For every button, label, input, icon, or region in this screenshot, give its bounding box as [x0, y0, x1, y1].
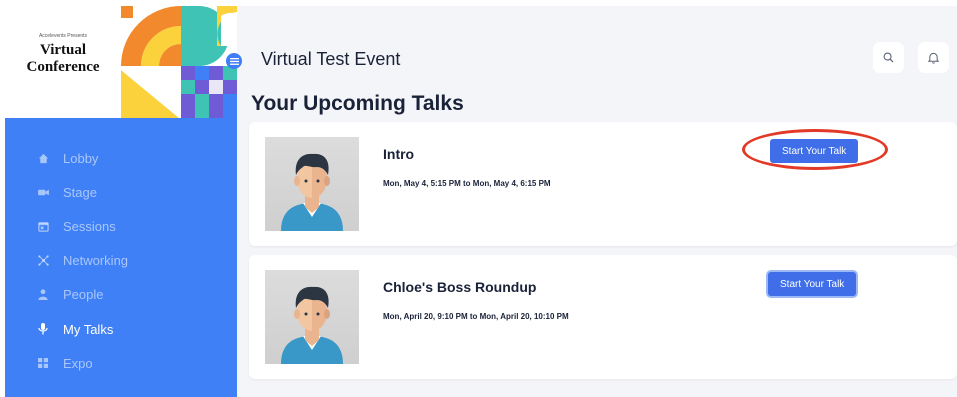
sidebar-item-label: People	[63, 287, 104, 303]
sidebar-item-label: My Talks	[63, 321, 114, 337]
menu-lines-icon	[229, 57, 239, 65]
search-button[interactable]	[873, 42, 904, 73]
brand-title: Virtual Conference	[13, 42, 113, 76]
event-title: Virtual Test Event	[261, 49, 401, 69]
home-icon	[37, 152, 49, 164]
talk-title: Intro	[383, 146, 415, 162]
bell-icon	[928, 52, 939, 64]
talk-time: Mon, April 20, 9:10 PM to Mon, April 20,…	[383, 312, 569, 321]
talk-card: Chloe's Boss Roundup Mon, April 20, 9:10…	[249, 255, 957, 379]
talk-title: Chloe's Boss Roundup	[383, 279, 537, 295]
grid-icon	[37, 357, 49, 369]
start-talk-button[interactable]: Start Your Talk	[770, 139, 859, 163]
talk-time: Mon, May 4, 5:15 PM to Mon, May 4, 6:15 …	[383, 179, 551, 188]
microphone-icon	[37, 323, 49, 335]
brand-artwork	[121, 6, 237, 118]
brand-header: Accelevents Presents Virtual Conference	[5, 6, 237, 118]
sidebar-item-networking[interactable]: Networking	[5, 244, 237, 278]
speaker-avatar	[265, 270, 359, 364]
sidebar-item-label: Sessions	[63, 218, 116, 234]
search-icon	[883, 52, 894, 63]
sidebar-item-my-talks[interactable]: My Talks	[5, 312, 237, 346]
talk-card: Intro Mon, May 4, 5:15 PM to Mon, May 4,…	[249, 122, 957, 246]
sidebar-item-label: Stage	[63, 184, 97, 200]
calendar-icon	[37, 220, 49, 232]
sidebar-item-label: Expo	[63, 355, 93, 371]
main-content: Virtual Test Event Your Upcoming Talks I…	[237, 6, 957, 397]
sidebar-item-label: Lobby	[63, 150, 99, 166]
sidebar-nav: Lobby Stage Sessions Networking People M…	[5, 118, 237, 397]
sidebar-item-expo[interactable]: Expo	[5, 346, 237, 380]
brand-title-line2: Conference	[26, 59, 100, 75]
brand-title-line1: Virtual	[39, 42, 87, 58]
sidebar: Accelevents Presents Virtual Conference	[5, 6, 242, 397]
video-icon	[37, 186, 49, 198]
sidebar-item-stage[interactable]: Stage	[5, 175, 237, 209]
sidebar-item-people[interactable]: People	[5, 278, 237, 312]
sidebar-item-label: Networking	[63, 253, 129, 269]
brand-presents-text: Accelevents Presents	[38, 33, 88, 39]
page-title: Your Upcoming Talks	[251, 92, 464, 115]
app-frame: Accelevents Presents Virtual Conference	[5, 6, 957, 397]
notifications-button[interactable]	[918, 42, 949, 73]
person-icon	[37, 289, 49, 301]
sidebar-item-lobby[interactable]: Lobby	[5, 141, 237, 175]
start-talk-button[interactable]: Start Your Talk	[768, 272, 857, 296]
brand-logo[interactable]: Accelevents Presents Virtual Conference	[13, 33, 113, 76]
menu-toggle-button[interactable]	[226, 53, 242, 69]
sidebar-item-sessions[interactable]: Sessions	[5, 209, 237, 243]
network-icon	[37, 255, 49, 267]
speaker-avatar	[265, 137, 359, 231]
